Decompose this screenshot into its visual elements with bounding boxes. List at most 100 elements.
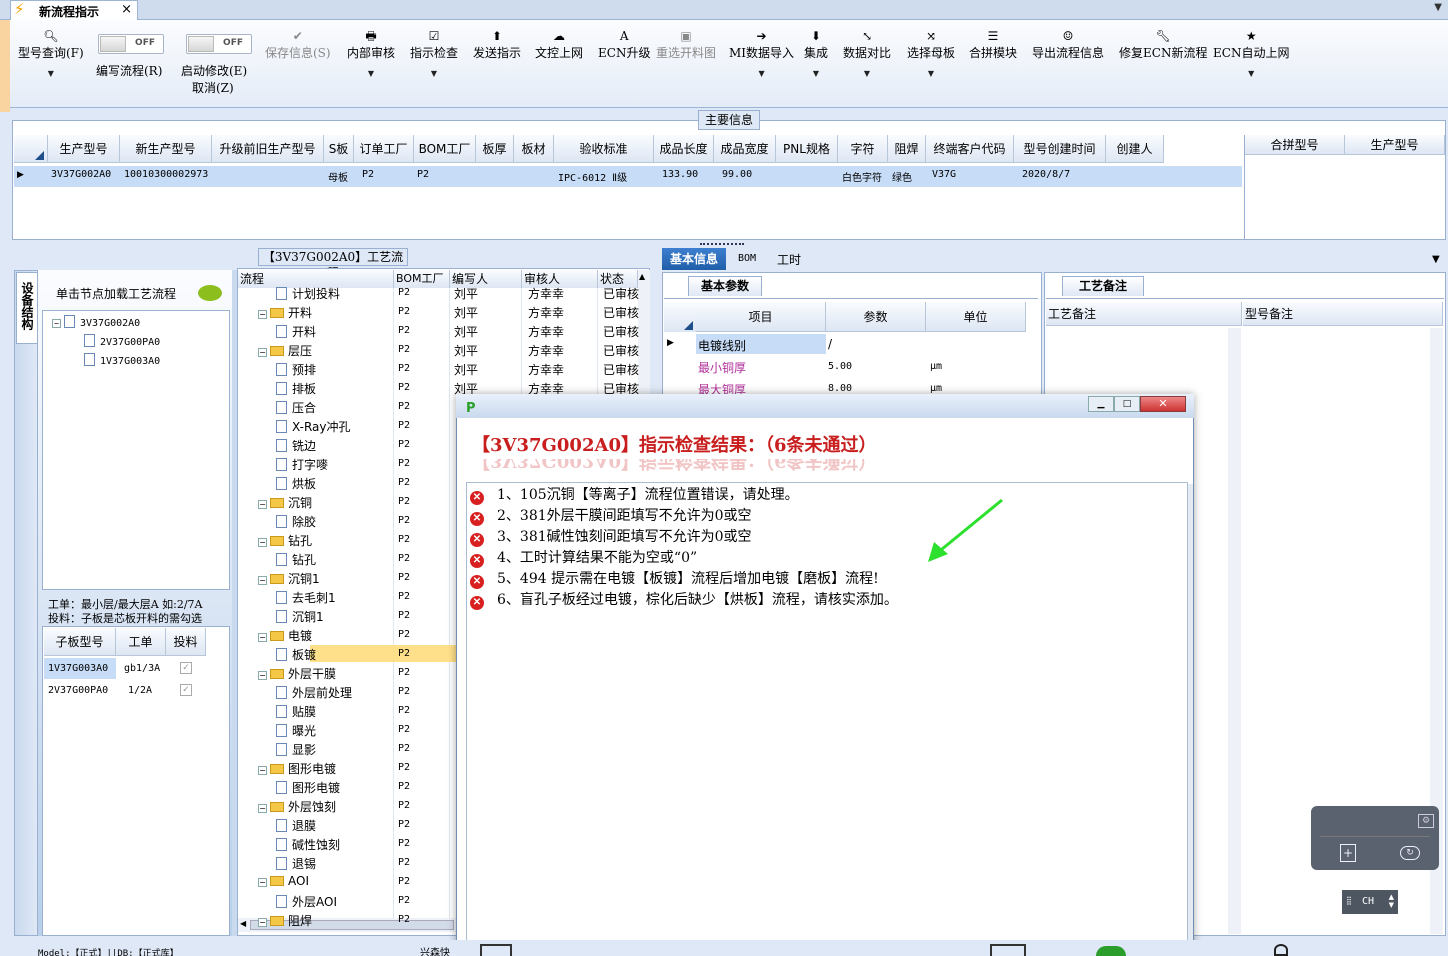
flow-tree-node[interactable]: 板镀 <box>276 646 316 663</box>
flow-tree-node[interactable]: 碱性蚀刻 <box>276 836 340 853</box>
flow-tree-node[interactable]: 除胶 <box>276 513 316 530</box>
process-remark-header[interactable]: 工艺备注 <box>1046 302 1242 326</box>
flow-tree-node[interactable]: − 阻焊 <box>258 912 312 929</box>
remark-scrollbar[interactable] <box>1228 328 1241 934</box>
work-order-header[interactable]: 工单 <box>116 628 166 656</box>
work-order-cell[interactable]: 1/2A <box>128 685 152 696</box>
instruction-check-button[interactable]: ☑ 指示检查 ▼ <box>410 28 458 78</box>
bom-factory-cell[interactable]: P2 <box>398 800 410 811</box>
tree-node-root[interactable]: − 3V37G002A0 <box>52 315 140 329</box>
bom-factory-cell[interactable]: P2 <box>398 819 410 830</box>
tab-basic-params[interactable]: 基本参数 <box>688 276 762 296</box>
main-col-header[interactable]: 创建人 <box>1106 135 1164 163</box>
main-col-header[interactable]: PNL规格 <box>776 135 838 163</box>
flow-tree-node[interactable]: − 开料 <box>258 304 312 321</box>
merge-module-button[interactable]: ☰ 合拼模块 <box>969 28 1017 61</box>
list-item[interactable]: ✕ 3、381碱性蚀刻间距填写不允许为0或空 <box>470 526 752 547</box>
author-cell[interactable]: 刘平 <box>454 361 478 378</box>
bom-factory-cell[interactable]: P2 <box>398 477 410 488</box>
bom-factory-cell[interactable]: P2 <box>398 648 410 659</box>
param-unit-cell[interactable]: μm <box>930 383 942 394</box>
list-item[interactable]: ✕ 5、494 提示需在电镀【板镀】流程后增加电镀【磨板】流程! <box>470 568 879 589</box>
main-col-header[interactable]: 成品长度 <box>654 135 714 163</box>
author-cell[interactable]: 刘平 <box>454 304 478 321</box>
reviewer-cell[interactable]: 方幸幸 <box>528 323 564 340</box>
flow-tree-node[interactable]: 烘板 <box>276 475 316 492</box>
flow-tree-node[interactable]: 退膜 <box>276 817 316 834</box>
flow-tree-node[interactable]: 压合 <box>276 399 316 416</box>
bom-factory-cell[interactable]: P2 <box>398 306 410 317</box>
ecn-upgrade-button[interactable]: A ECN升级 <box>598 28 650 61</box>
flow-tree-node[interactable]: 退锡 <box>276 855 316 872</box>
flow-tree-node[interactable]: 沉铜1 <box>276 608 324 625</box>
unit-header[interactable]: 单位 <box>926 302 1026 332</box>
bom-factory-cell[interactable]: P2 <box>398 287 410 298</box>
flow-tree-node[interactable]: − 电镀 <box>258 627 312 644</box>
main-col-header[interactable]: 字符 <box>838 135 888 163</box>
flow-tree-node[interactable]: 外层AOI <box>276 893 337 910</box>
bom-factory-cell[interactable]: P2 <box>398 857 410 868</box>
collapse-icon[interactable]: − <box>258 766 267 775</box>
list-item[interactable]: ✕ 2、381外层干膜间距填写不允许为0或空 <box>470 505 752 526</box>
flow-tree-node[interactable]: 计划投料 <box>276 285 340 302</box>
tab-process-remark[interactable]: 工艺备注 <box>1062 276 1144 296</box>
status-cell[interactable]: 已审核 <box>603 323 639 340</box>
bottom-toolbar-icon[interactable] <box>990 944 1026 956</box>
param-item-cell[interactable]: 电镀线别 <box>698 337 746 354</box>
drag-handle[interactable] <box>700 243 744 246</box>
tree-node-child[interactable]: 1V37G003A0 <box>84 353 160 367</box>
status-cell[interactable]: 已审核 <box>603 342 639 359</box>
flow-tree-node[interactable]: 图形电镀 <box>276 779 340 796</box>
author-cell[interactable]: 刘平 <box>454 323 478 340</box>
minimize-button[interactable]: ▁ <box>1088 396 1114 412</box>
bom-factory-cell[interactable]: P2 <box>398 420 410 431</box>
main-col-header[interactable]: BOM工厂 <box>414 135 476 163</box>
status-cell[interactable]: 已审核 <box>603 285 639 302</box>
bom-factory-cell[interactable]: P2 <box>398 401 410 412</box>
collapse-icon[interactable]: − <box>258 310 267 319</box>
reselect-cutting-button[interactable]: ▣ 重选开料图 <box>656 28 716 61</box>
integrate-button[interactable]: ⬇ 集成 ▼ <box>804 28 828 78</box>
reviewer-cell[interactable]: 方幸幸 <box>528 342 564 359</box>
tab-bom[interactable]: BOM <box>738 253 756 264</box>
model-query-button[interactable]: 🔍︎ 型号查询(F) ▼ <box>18 28 84 78</box>
flow-tree-node[interactable]: − 层压 <box>258 342 312 359</box>
flow-tree-node[interactable]: − AOI <box>258 874 309 888</box>
dialog-titlebar[interactable] <box>456 394 1194 418</box>
bom-factory-cell[interactable]: P2 <box>398 382 410 393</box>
main-row-cell[interactable]: P2 <box>417 169 429 180</box>
bom-factory-cell[interactable]: P2 <box>398 344 410 355</box>
feeding-header[interactable]: 投料 <box>166 628 206 656</box>
main-col-header[interactable]: 升级前旧生产型号 <box>212 135 324 163</box>
production-model-header[interactable]: 生产型号 <box>1345 135 1445 155</box>
bom-factory-header[interactable]: BOM工厂 <box>394 270 450 288</box>
chat-bubble-icon[interactable] <box>198 285 222 301</box>
flow-tree-node[interactable]: 排板 <box>276 380 316 397</box>
collapse-icon[interactable]: − <box>258 918 267 927</box>
bom-factory-cell[interactable]: P2 <box>398 781 410 792</box>
cancel-button[interactable]: 取消(Z) <box>192 79 234 96</box>
chevron-down-icon[interactable]: ▼ <box>1432 254 1440 265</box>
bom-factory-cell[interactable]: P2 <box>398 591 410 602</box>
save-info-button[interactable]: ✔ 保存信息(S) <box>265 28 331 61</box>
bom-factory-cell[interactable]: P2 <box>398 610 410 621</box>
tab-basic-info[interactable]: 基本信息 <box>662 248 726 270</box>
collapse-icon[interactable]: − <box>258 348 267 357</box>
author-cell[interactable]: 刘平 <box>454 342 478 359</box>
feeding-checkbox[interactable]: ✓ <box>180 662 192 674</box>
reviewer-cell[interactable]: 方幸幸 <box>528 361 564 378</box>
bom-factory-cell[interactable]: P2 <box>398 914 410 925</box>
merge-model-header[interactable]: 合拼型号 <box>1245 135 1345 155</box>
sub-board-model-cell[interactable]: 2V37G00PA0 <box>48 685 108 696</box>
bom-factory-cell[interactable]: P2 <box>398 629 410 640</box>
list-item[interactable]: ✕ 4、工时计算结果不能为空或“0” <box>470 547 697 568</box>
collapse-icon[interactable]: − <box>258 576 267 585</box>
sub-board-model-header[interactable]: 子板型号 <box>44 628 116 656</box>
bom-factory-cell[interactable]: P2 <box>398 572 410 583</box>
main-row-cell[interactable]: 绿色 <box>892 169 912 184</box>
bom-factory-cell[interactable]: P2 <box>398 515 410 526</box>
collapse-icon[interactable]: − <box>258 804 267 813</box>
flow-tree-node[interactable]: − 钻孔 <box>258 532 312 549</box>
main-row-cell[interactable]: P2 <box>362 169 374 180</box>
main-col-header[interactable]: S板 <box>324 135 354 163</box>
